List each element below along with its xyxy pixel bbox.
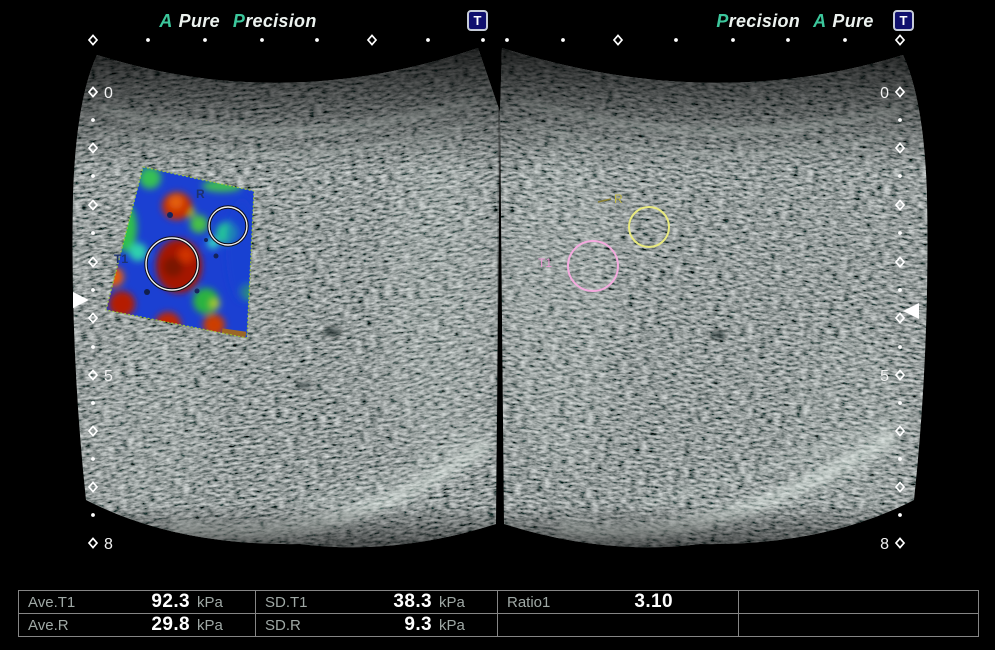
header-right-branding: Precision A Pure: [700, 11, 890, 32]
result-value: 92.3: [75, 591, 190, 613]
brand-recision-right: recision: [729, 11, 800, 31]
result-value: 38.3: [308, 591, 432, 613]
probe-orientation-icon-right: T: [893, 10, 914, 31]
result-label: SD.R: [265, 617, 301, 634]
depth-label-5-right: 5: [880, 368, 889, 385]
result-value: 29.8: [69, 614, 190, 636]
result-ratio1: Ratio1 3.10: [498, 591, 739, 614]
result-value: 3.10: [550, 591, 673, 613]
brand-recision-left: recision: [245, 11, 316, 31]
probe-orientation-icon-left: T: [467, 10, 488, 31]
roi-label-t1-left: T1: [114, 252, 128, 266]
ultrasound-dual-image: R T1 R T1 0 5 8: [0, 0, 995, 650]
depth-label-5-left: 5: [104, 368, 113, 385]
roi-label-r-left: R: [196, 187, 205, 201]
result-ave-r: Ave.R 29.8 kPa: [19, 614, 256, 637]
brand-a-left: A: [159, 11, 172, 31]
result-sd-r: SD.R 9.3 kPa: [256, 614, 498, 637]
roi-label-r-right: R: [614, 192, 623, 206]
brand-a-right: A: [813, 11, 826, 31]
header-left-branding: A Pure Precision: [118, 11, 358, 32]
depth-label-0-left: 0: [104, 85, 113, 102]
left-lateral-scale: [89, 35, 485, 44]
roi-label-t1-right: T1: [538, 256, 552, 270]
result-empty-cell: [739, 591, 979, 614]
result-label: Ave.T1: [28, 594, 75, 611]
brand-p-right: P: [716, 11, 728, 31]
result-sd-t1: SD.T1 38.3 kPa: [256, 591, 498, 614]
result-ave-t1: Ave.T1 92.3 kPa: [19, 591, 256, 614]
depth-label-8-left: 8: [104, 536, 113, 553]
probe-icon-letter: T: [474, 13, 482, 28]
depth-label-0-right: 0: [880, 85, 889, 102]
brand-pure-left: Pure: [179, 11, 220, 31]
result-empty-cell: [498, 614, 739, 637]
result-unit: kPa: [190, 594, 247, 611]
result-label: Ratio1: [507, 594, 550, 611]
result-unit: kPa: [432, 594, 489, 611]
result-unit: kPa: [190, 617, 247, 634]
right-lateral-scale: [505, 35, 904, 44]
result-label: Ave.R: [28, 617, 69, 634]
brand-pure-right: Pure: [832, 11, 873, 31]
result-empty-cell: [739, 614, 979, 637]
result-unit: kPa: [432, 617, 489, 634]
depth-label-8-right: 8: [880, 536, 889, 553]
results-table: Ave.T1 92.3 kPa SD.T1 38.3 kPa Ratio1 3.…: [18, 590, 979, 637]
brand-p-left: P: [233, 11, 245, 31]
probe-icon-letter: T: [900, 13, 908, 28]
result-label: SD.T1: [265, 594, 308, 611]
result-value: 9.3: [301, 614, 432, 636]
